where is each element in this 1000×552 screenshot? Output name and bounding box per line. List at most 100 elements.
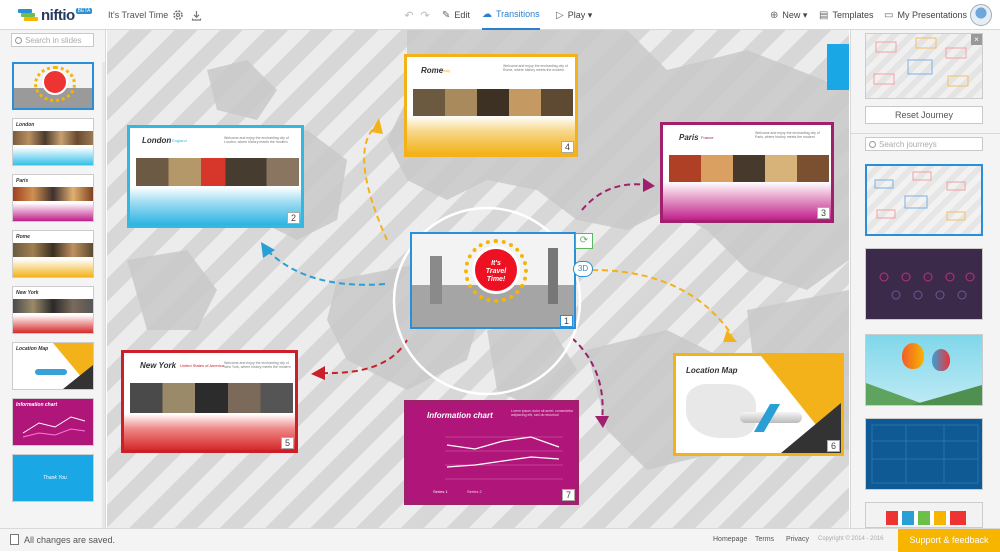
slide-1-number: 1 xyxy=(559,315,573,327)
templates-icon: ▤ xyxy=(819,9,829,21)
journey-option-1[interactable] xyxy=(865,164,983,236)
journey-option-5[interactable] xyxy=(865,502,983,528)
presentation-title[interactable]: It's Travel Time xyxy=(108,10,168,20)
homepage-link[interactable]: Homepage xyxy=(713,536,747,543)
slide-thumb-8[interactable]: Thank You xyxy=(12,454,94,502)
slide-thumb-5-title: New York xyxy=(16,290,39,296)
slide-thumb-1[interactable] xyxy=(12,62,94,110)
3d-transition-icon[interactable]: 3D xyxy=(573,261,593,277)
journey-search-input[interactable]: Search journeys xyxy=(865,137,983,151)
my-presentations-button[interactable]: ▭ My Presentations xyxy=(884,0,967,30)
slide-2-card[interactable]: London England Welcome and enjoy the enc… xyxy=(127,125,304,228)
save-status: All changes are saved. xyxy=(10,534,115,545)
play-icon: ▷ xyxy=(556,9,564,21)
slide-3-card[interactable]: Paris France Welcome and enjoy the encha… xyxy=(660,122,834,223)
transitions-tab-label: Transitions xyxy=(496,9,540,19)
hill-shape xyxy=(912,385,982,405)
copyright-text: Copyright © 2014 - 2016 xyxy=(818,536,884,542)
slide-2-title: London xyxy=(142,136,172,145)
download-icon[interactable] xyxy=(189,8,203,22)
close-preview-icon[interactable]: × xyxy=(971,34,982,45)
offscreen-slide-edge[interactable] xyxy=(827,44,849,90)
reset-journey-button[interactable]: Reset Journey xyxy=(865,106,983,124)
slide-5-title: New York xyxy=(140,361,177,370)
slide-5-number: 5 xyxy=(280,437,294,449)
slide-6-card[interactable]: Location Map 6 xyxy=(673,353,844,456)
slide-thumb-7-title: Information chart xyxy=(16,402,58,408)
settings-gear-icon[interactable] xyxy=(171,8,185,22)
slide-1-card[interactable]: It's Travel Time! 1 xyxy=(410,232,576,329)
slide-thumb-6[interactable]: Location Map xyxy=(12,342,94,390)
slide-3-skyline xyxy=(663,182,831,220)
journey-preview-diagram xyxy=(873,37,969,87)
slide-6-title: Location Map xyxy=(686,366,738,375)
slide-1-title-badge: It's Travel Time! xyxy=(472,246,520,294)
journey-option-2[interactable] xyxy=(865,248,983,320)
slide-7-legend-1: Series 1 xyxy=(433,489,448,494)
slide-1-title-line-3: Time! xyxy=(486,276,506,283)
slide-1-title-line-1: It's xyxy=(491,260,501,267)
status-footer: All changes are saved. Homepage Terms Pr… xyxy=(0,528,1000,552)
beta-badge: BETA xyxy=(75,8,93,14)
slide-3-body: Welcome and enjoy the enchanting city of… xyxy=(755,131,820,139)
slide-4-title: Rome xyxy=(421,66,444,75)
top-toolbar: niftio BETA It's Travel Time ↶ ↷ ✎ Edit … xyxy=(0,0,1000,30)
slide-2-tag: England xyxy=(172,138,187,143)
slide-thumb-7[interactable]: Information chart xyxy=(12,398,94,446)
support-feedback-button[interactable]: Support & feedback xyxy=(898,529,1000,552)
user-avatar[interactable] xyxy=(970,4,992,26)
search-icon xyxy=(15,36,22,44)
slide-4-tag: Italy xyxy=(443,68,451,73)
slide-7-number: 7 xyxy=(561,489,575,501)
slide-2-skyline xyxy=(130,187,301,225)
play-menu[interactable]: ▷ Play ▾ xyxy=(556,0,592,30)
logo-text: niftio xyxy=(41,6,75,24)
slide-2-body: Welcome and enjoy the enchanting city of… xyxy=(224,136,289,144)
journey-canvas[interactable]: It's Travel Time! 1 ⟳ 3D London England … xyxy=(107,30,849,528)
slide-7-card[interactable]: Information chart Lorem ipsum dolor sit … xyxy=(404,400,579,505)
slide-4-number: 4 xyxy=(560,141,574,153)
journey-preview: × xyxy=(865,33,983,99)
slide-4-card[interactable]: Rome Italy Welcome and enjoy the enchant… xyxy=(404,54,578,157)
slide-5-skyline xyxy=(124,414,295,450)
slide-search-input[interactable]: Search in slides xyxy=(11,33,94,47)
slide-5-body: Welcome and enjoy the enchanting city of… xyxy=(224,361,291,369)
niftio-logo[interactable]: niftio BETA xyxy=(18,6,93,24)
redo-icon[interactable]: ↷ xyxy=(418,8,432,22)
slide-thumb-2[interactable]: London xyxy=(12,118,94,166)
slide-3-number: 3 xyxy=(816,207,830,219)
slide-3-tag: France xyxy=(701,135,714,140)
folder-icon: ▭ xyxy=(884,9,894,21)
new-menu-label: New ▾ xyxy=(782,9,808,20)
journey-option-4[interactable] xyxy=(865,418,983,490)
journey-option-3[interactable] xyxy=(865,334,983,406)
slide-thumb-8-title: Thank You xyxy=(43,475,67,481)
right-panel-divider xyxy=(851,133,1000,134)
thumb-chart-lines xyxy=(22,416,86,438)
slides-panel: Search in slides London Paris Rome New Y… xyxy=(0,30,106,528)
templates-button[interactable]: ▤ Templates xyxy=(819,0,873,30)
slide-5-card[interactable]: New York United States of America Welcom… xyxy=(121,350,298,453)
slide-4-skyline xyxy=(407,116,575,154)
balloon-icon xyxy=(902,343,924,369)
refresh-transition-icon[interactable]: ⟳ xyxy=(575,233,593,249)
privacy-link[interactable]: Privacy xyxy=(786,536,809,543)
journey-search-placeholder: Search journeys xyxy=(879,139,937,149)
slide-1-title-line-2: Travel xyxy=(485,268,507,275)
slide-5-photo-strip xyxy=(130,383,293,413)
slide-thumb-5[interactable]: New York xyxy=(12,286,94,334)
my-presentations-label: My Presentations xyxy=(897,10,967,20)
slide-7-line-chart xyxy=(445,436,563,480)
document-icon xyxy=(10,534,19,545)
slide-7-body: Lorem ipsum dolor sit amet, consectetur … xyxy=(511,409,574,417)
new-menu[interactable]: ⊕ New ▾ xyxy=(770,0,807,30)
slide-7-title: Information chart xyxy=(427,411,493,420)
undo-icon[interactable]: ↶ xyxy=(402,8,416,22)
slide-thumb-4[interactable]: Rome xyxy=(12,230,94,278)
transitions-tab[interactable]: ☁ Transitions xyxy=(482,0,540,30)
slide-thumb-3-title: Paris xyxy=(16,178,29,184)
slide-thumb-3[interactable]: Paris xyxy=(12,174,94,222)
edit-tab[interactable]: ✎ Edit xyxy=(442,0,470,30)
terms-link[interactable]: Terms xyxy=(755,536,774,543)
slides-scrollbar[interactable] xyxy=(102,62,105,528)
